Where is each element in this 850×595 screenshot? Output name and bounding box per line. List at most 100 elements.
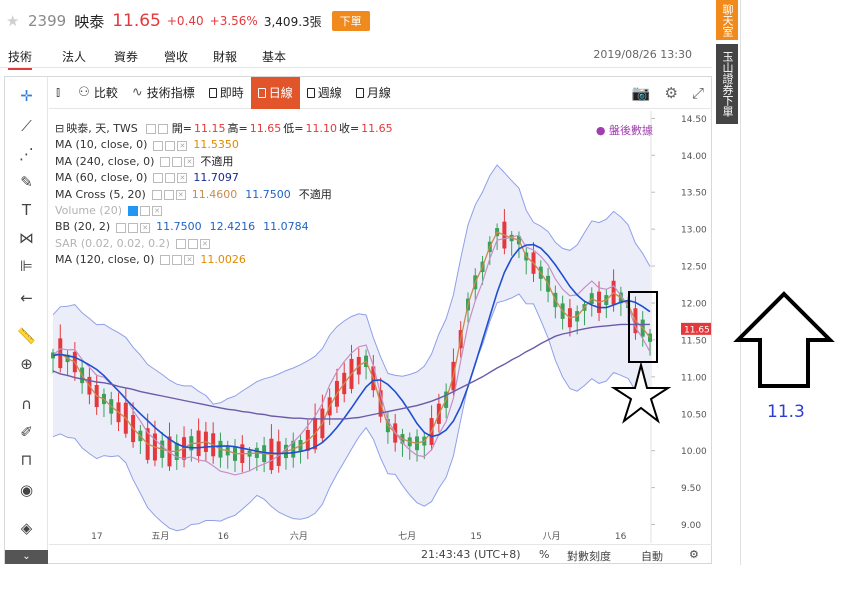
legend-controls[interactable]: ✕	[160, 156, 196, 167]
collapse-icon[interactable]: ⊟	[55, 121, 64, 137]
remove-icon[interactable]: ✕	[199, 238, 210, 249]
remove-icon[interactable]: ✕	[175, 189, 186, 200]
app: ★ 2399 映泰 11.65 +0.40 +3.56% 3,409.3張 下單…	[0, 0, 850, 595]
auto-scale-toggle[interactable]: 自動	[641, 548, 663, 564]
legend-controls[interactable]: ✕	[175, 238, 212, 249]
bb-label: BB (20, 2)	[55, 220, 111, 234]
legend-controls[interactable]: ✕	[153, 173, 189, 184]
visibility-icon[interactable]	[175, 238, 186, 249]
chatroom-tab[interactable]: 聊天室	[716, 0, 738, 40]
remove-icon[interactable]: ✕	[184, 255, 195, 266]
settings-icon[interactable]	[165, 173, 176, 184]
ma120-label: MA (120, close, 0)	[55, 253, 155, 267]
time-axis-label: 八月	[543, 531, 561, 542]
legend-ohlc: ⊟ 映泰, 天, TWS 開= 11.15 高= 11.65 低= 11.10 收= 1…	[55, 121, 395, 137]
remove-icon[interactable]: ✕	[184, 156, 195, 167]
legend-controls[interactable]: ✕	[151, 189, 188, 200]
after-hours-label[interactable]: ● 盤後數據	[596, 122, 653, 138]
after-hours-text: 盤後數據	[609, 124, 653, 137]
percent-scale-toggle[interactable]: %	[539, 548, 549, 561]
macross-label: MA Cross (5, 20)	[55, 187, 146, 201]
time-axis-label: 17	[91, 532, 102, 542]
bb-mid-value: 11.7500	[156, 220, 202, 234]
time-axis-label: 16	[218, 532, 230, 542]
time-axis-label: 16	[615, 532, 627, 542]
after-hours-dot-icon: ●	[595, 124, 609, 137]
clock: 21:43:43 (UTC+8)	[421, 548, 521, 561]
price-axis-label: 12.50	[681, 263, 707, 273]
legend-controls[interactable]	[145, 124, 170, 135]
settings-icon[interactable]	[187, 238, 198, 249]
price-axis-label: 11.50	[681, 336, 707, 346]
sar-label: SAR (0.02, 0.02, 0.2)	[55, 236, 170, 250]
price-axis-label: 10.00	[681, 447, 707, 457]
settings-icon[interactable]	[165, 140, 176, 151]
legend-sar: SAR (0.02, 0.02, 0.2) ✕	[55, 236, 395, 252]
time-axis-label: 五月	[151, 531, 169, 542]
ma10-value: 11.5350	[193, 138, 239, 152]
settings-icon[interactable]	[172, 156, 183, 167]
time-axis-label: 七月	[398, 531, 416, 542]
high-label: 高=	[227, 122, 248, 135]
data-datetime: 2019/08/26 13:30	[593, 48, 692, 61]
high-value: 11.65	[249, 122, 282, 135]
bb-low-value: 11.0784	[263, 220, 309, 234]
open-value: 11.15	[194, 122, 226, 135]
visibility-icon[interactable]	[160, 156, 171, 167]
legend-ma120: MA (120, close, 0) ✕ 11.0026	[55, 252, 395, 268]
settings-icon[interactable]	[128, 222, 139, 233]
tab-institutional[interactable]: 法人	[62, 48, 86, 65]
broker-order-tab[interactable]: 玉山證券下單	[716, 44, 738, 124]
tab-technical[interactable]: 技術	[8, 48, 33, 70]
trade-volume: 3,409.3張	[263, 14, 322, 29]
settings-icon[interactable]	[140, 206, 150, 217]
visibility-icon[interactable]	[151, 189, 162, 200]
section-tabs: 技術 法人 資券 營收 財報 基本 2019/08/26 13:30	[0, 46, 712, 70]
ma60-value: 11.7097	[193, 171, 239, 185]
price-axis-label: 13.50	[681, 189, 707, 199]
legend-macross: MA Cross (5, 20) ✕ 11.4600 11.7500 不適用	[55, 187, 395, 203]
legend-controls[interactable]: ✕	[160, 255, 196, 266]
time-axis-label: 六月	[290, 530, 308, 542]
tab-margin[interactable]: 資券	[114, 48, 138, 65]
tab-revenue[interactable]: 營收	[164, 48, 188, 65]
favorite-star-icon[interactable]: ★	[6, 12, 22, 30]
order-button[interactable]: 下單	[331, 11, 370, 31]
settings-icon[interactable]	[157, 124, 168, 135]
legend-controls[interactable]: ✕	[153, 140, 189, 151]
chart-bottom-bar: 21:43:43 (UTC+8) % 對數刻度 自動 ⚙	[49, 544, 712, 564]
visibility-icon[interactable]	[145, 124, 156, 135]
legend-symbol: 映泰, 天, TWS	[66, 122, 138, 135]
axis-settings-icon[interactable]: ⚙	[689, 548, 699, 561]
price-axis-label: 9.00	[681, 521, 701, 531]
visibility-icon[interactable]	[160, 255, 171, 266]
volume-label: Volume (20)	[55, 203, 122, 217]
bb-up-value: 12.4216	[209, 220, 256, 234]
visibility-icon[interactable]	[153, 173, 164, 184]
tab-basic[interactable]: 基本	[262, 48, 286, 65]
ma240-value: 不適用	[200, 154, 234, 168]
price-change-percent: +3.56%	[209, 14, 258, 28]
remove-icon[interactable]: ✕	[177, 140, 188, 151]
stock-name: 映泰	[74, 12, 105, 31]
macross-value-c: 不適用	[298, 187, 332, 201]
visibility-icon[interactable]	[153, 140, 164, 151]
open-label: 開=	[171, 122, 193, 135]
legend-ma60: MA (60, close, 0) ✕ 11.7097	[55, 170, 395, 186]
remove-icon[interactable]: ✕	[177, 173, 188, 184]
settings-icon[interactable]	[163, 189, 174, 200]
remove-icon[interactable]: ✕	[140, 222, 151, 233]
remove-icon[interactable]: ✕	[152, 206, 162, 217]
tab-financials[interactable]: 財報	[213, 48, 237, 65]
legend-controls[interactable]: ✕	[128, 206, 164, 217]
visibility-icon[interactable]	[128, 206, 138, 217]
legend-ma240: MA (240, close, 0) ✕ 不適用	[55, 154, 395, 170]
visibility-icon[interactable]	[116, 222, 127, 233]
ma60-label: MA (60, close, 0)	[55, 171, 148, 185]
log-scale-toggle[interactable]: 對數刻度	[567, 548, 611, 564]
legend-controls[interactable]: ✕	[116, 222, 152, 233]
settings-icon[interactable]	[172, 255, 183, 266]
price-axis-label: 14.50	[681, 115, 707, 125]
quote-bar: ★ 2399 映泰 11.65 +0.40 +3.56% 3,409.3張 下單	[0, 8, 370, 34]
ma120-value: 11.0026	[200, 253, 246, 267]
